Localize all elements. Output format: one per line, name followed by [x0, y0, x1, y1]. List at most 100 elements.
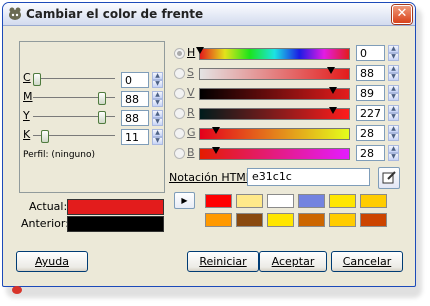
channel-spin-buttons[interactable]: ▲ ▼	[388, 65, 399, 81]
radio-v[interactable]	[174, 88, 185, 99]
spin-up-icon[interactable]: ▲	[152, 72, 163, 80]
channel-marker-v[interactable]	[328, 87, 337, 94]
accept-button[interactable]: Aceptar	[259, 251, 327, 272]
cmyk-thumb-y[interactable]	[98, 111, 107, 124]
history-color-swatch[interactable]	[298, 213, 325, 227]
channel-marker-s[interactable]	[327, 67, 336, 74]
channel-label-r: R	[187, 106, 195, 119]
spin-up-icon[interactable]: ▲	[152, 110, 163, 118]
cmyk-label-y: Y	[23, 109, 30, 122]
cmyk-spin-buttons[interactable]: ▲ ▼	[152, 91, 163, 107]
channel-value-g[interactable]: 28	[356, 125, 385, 141]
color-profile-label: Perfil: (ninguno)	[23, 150, 95, 160]
color-picker-button[interactable]	[378, 167, 400, 189]
eyedropper-icon	[382, 171, 396, 184]
html-notation-input[interactable]: e31c1c	[247, 168, 370, 186]
channel-marker-r[interactable]	[328, 107, 337, 114]
previous-color-label: Anterior:	[21, 217, 69, 230]
cmyk-value-y[interactable]: 88	[121, 110, 149, 126]
spin-down-icon[interactable]: ▼	[388, 153, 399, 161]
history-color-swatch[interactable]	[205, 194, 232, 208]
cmyk-track-c[interactable]	[33, 78, 115, 79]
channel-spin-buttons[interactable]: ▲ ▼	[388, 45, 399, 61]
spin-down-icon[interactable]: ▼	[388, 93, 399, 101]
channel-spin-buttons[interactable]: ▲ ▼	[388, 105, 399, 121]
cmyk-thumb-m[interactable]	[98, 92, 107, 105]
spin-down-icon[interactable]: ▼	[388, 73, 399, 81]
spin-down-icon[interactable]: ▼	[152, 118, 163, 126]
channel-marker-g[interactable]	[212, 127, 221, 134]
html-notation-label: Notación HTML:	[169, 171, 256, 184]
channel-value-b[interactable]: 28	[356, 145, 385, 161]
current-color-label: Actual:	[29, 200, 68, 213]
spin-up-icon[interactable]: ▲	[388, 85, 399, 93]
color-dialog: Cambiar el color de frente ✕ C 0 ▲ ▼ M 88 ▲ ▼ Y 8…	[2, 2, 416, 287]
channel-marker-b[interactable]	[212, 147, 221, 154]
history-color-swatch[interactable]	[360, 213, 387, 227]
cmyk-label-m: M	[23, 90, 33, 103]
radio-h[interactable]	[174, 48, 185, 59]
spin-up-icon[interactable]: ▲	[388, 145, 399, 153]
close-button[interactable]: ✕	[392, 5, 412, 24]
previous-color-swatch[interactable]	[67, 216, 164, 232]
close-icon: ✕	[396, 6, 408, 21]
history-color-swatch[interactable]	[236, 213, 263, 227]
cmyk-value-c[interactable]: 0	[121, 72, 149, 88]
history-color-swatch[interactable]	[329, 213, 356, 227]
channel-spin-buttons[interactable]: ▲ ▼	[388, 85, 399, 101]
channel-slider-v[interactable]	[199, 88, 350, 100]
channel-label-s: S	[187, 66, 194, 79]
spin-up-icon[interactable]: ▲	[388, 105, 399, 113]
spin-down-icon[interactable]: ▼	[152, 80, 163, 88]
channel-label-g: G	[187, 126, 196, 139]
spin-down-icon[interactable]: ▼	[152, 137, 163, 145]
spin-up-icon[interactable]: ▲	[388, 65, 399, 73]
history-color-swatch[interactable]	[329, 194, 356, 208]
radio-s[interactable]	[174, 68, 185, 79]
spin-up-icon[interactable]: ▲	[388, 45, 399, 53]
reset-button[interactable]: Reiniciar	[187, 251, 259, 272]
help-button[interactable]: Ayuda	[16, 251, 88, 272]
channel-spin-buttons[interactable]: ▲ ▼	[388, 145, 399, 161]
history-color-swatch[interactable]	[267, 194, 294, 208]
spin-down-icon[interactable]: ▼	[388, 133, 399, 141]
title-bar[interactable]: Cambiar el color de frente ✕	[3, 3, 415, 26]
channel-value-s[interactable]: 88	[356, 65, 385, 81]
cmyk-value-m[interactable]: 88	[121, 91, 149, 107]
radio-b[interactable]	[174, 148, 185, 159]
history-arrow-button[interactable]: ▶	[174, 192, 195, 209]
channel-slider-r[interactable]	[199, 108, 350, 120]
channel-value-v[interactable]: 89	[356, 85, 385, 101]
cmyk-thumb-k[interactable]	[41, 130, 50, 143]
channel-slider-h[interactable]	[199, 48, 350, 60]
channel-spin-buttons[interactable]: ▲ ▼	[388, 125, 399, 141]
channel-slider-g[interactable]	[199, 128, 350, 140]
cmyk-label-c: C	[23, 71, 31, 84]
spin-down-icon[interactable]: ▼	[152, 99, 163, 107]
gimp-app-icon	[9, 7, 21, 20]
cmyk-spin-buttons[interactable]: ▲ ▼	[152, 72, 163, 88]
spin-down-icon[interactable]: ▼	[388, 113, 399, 121]
cancel-button[interactable]: Cancelar	[331, 251, 403, 272]
history-color-swatch[interactable]	[298, 194, 325, 208]
channel-label-b: B	[187, 146, 195, 159]
arrow-right-icon: ▶	[181, 196, 188, 205]
cmyk-thumb-c[interactable]	[33, 73, 41, 86]
spin-down-icon[interactable]: ▼	[388, 53, 399, 61]
radio-r[interactable]	[174, 108, 185, 119]
channel-value-h[interactable]: 0	[356, 45, 385, 61]
channel-slider-b[interactable]	[199, 148, 350, 160]
spin-up-icon[interactable]: ▲	[152, 129, 163, 137]
spin-up-icon[interactable]: ▲	[152, 91, 163, 99]
radio-g[interactable]	[174, 128, 185, 139]
cmyk-spin-buttons[interactable]: ▲ ▼	[152, 110, 163, 126]
spin-up-icon[interactable]: ▲	[388, 125, 399, 133]
history-color-swatch[interactable]	[267, 213, 294, 227]
history-color-swatch[interactable]	[236, 194, 263, 208]
history-color-swatch[interactable]	[360, 194, 387, 208]
channel-value-r[interactable]: 227	[356, 105, 385, 121]
cmyk-spin-buttons[interactable]: ▲ ▼	[152, 129, 163, 145]
cmyk-value-k[interactable]: 11	[121, 129, 149, 145]
history-color-swatch[interactable]	[205, 213, 232, 227]
channel-marker-h[interactable]	[196, 47, 204, 54]
